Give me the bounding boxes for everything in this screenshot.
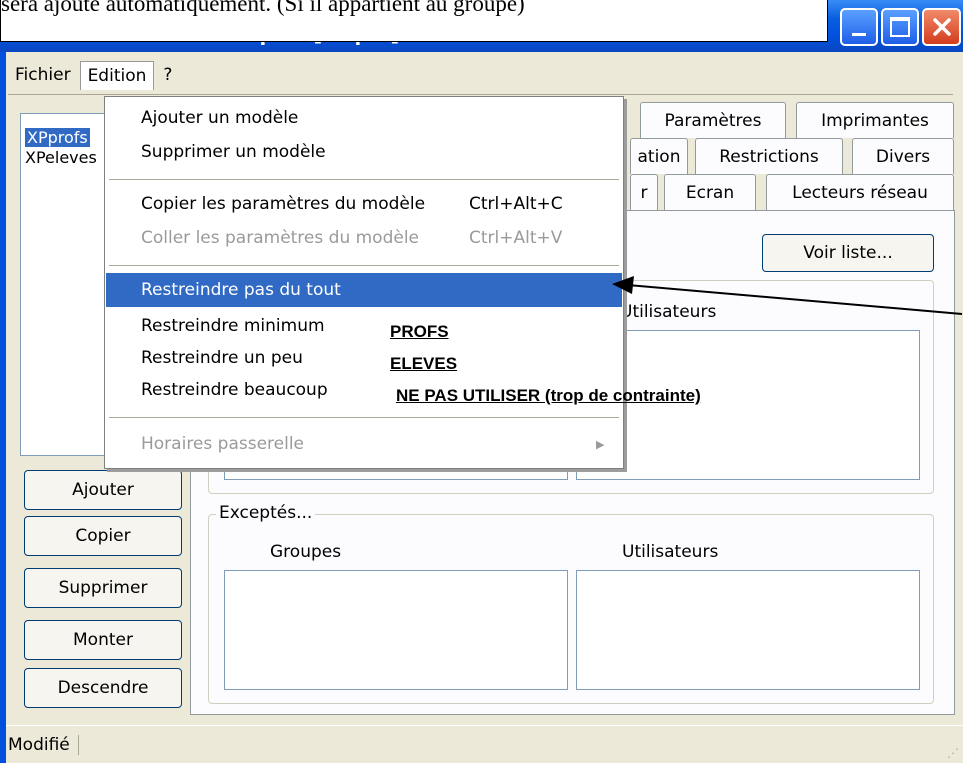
annotation-arrow	[612, 276, 963, 315]
